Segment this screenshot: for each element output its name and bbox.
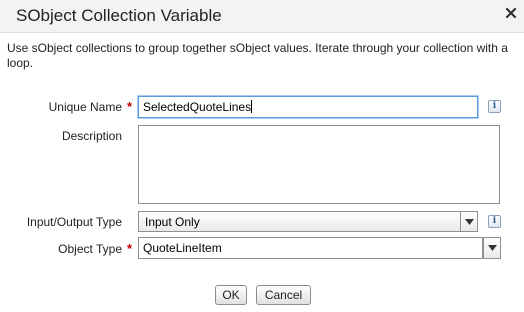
io-type-label: Input/Output Type bbox=[26, 215, 122, 229]
required-marker: * bbox=[127, 241, 133, 256]
object-type-dropdown-button[interactable] bbox=[483, 237, 501, 259]
info-icon[interactable]: i bbox=[488, 100, 501, 113]
chevron-down-icon[interactable] bbox=[460, 212, 477, 231]
object-type-combobox[interactable]: QuoteLineItem bbox=[138, 237, 483, 259]
info-icon[interactable]: i bbox=[488, 215, 501, 228]
chevron-down-icon bbox=[484, 238, 500, 258]
dialog-description: Use sObject collections to group togethe… bbox=[7, 41, 508, 70]
description-label: Description bbox=[61, 129, 122, 143]
unique-name-input[interactable]: SelectedQuoteLines bbox=[138, 96, 478, 118]
io-type-select[interactable]: Input Only bbox=[138, 211, 478, 232]
close-icon[interactable] bbox=[505, 7, 517, 19]
io-type-value: Input Only bbox=[145, 215, 200, 229]
object-type-label: Object Type bbox=[58, 242, 122, 256]
cancel-button[interactable]: Cancel bbox=[256, 285, 311, 305]
required-marker: * bbox=[127, 99, 133, 114]
text-caret bbox=[251, 100, 253, 113]
object-type-value: QuoteLineItem bbox=[143, 241, 222, 255]
dialog-title: SObject Collection Variable bbox=[16, 6, 222, 25]
unique-name-value: SelectedQuoteLines bbox=[143, 100, 252, 114]
ok-button[interactable]: OK bbox=[215, 285, 247, 305]
description-textarea[interactable] bbox=[138, 125, 500, 204]
dialog-titlebar: SObject Collection Variable bbox=[0, 0, 524, 33]
unique-name-label: Unique Name bbox=[48, 100, 122, 114]
